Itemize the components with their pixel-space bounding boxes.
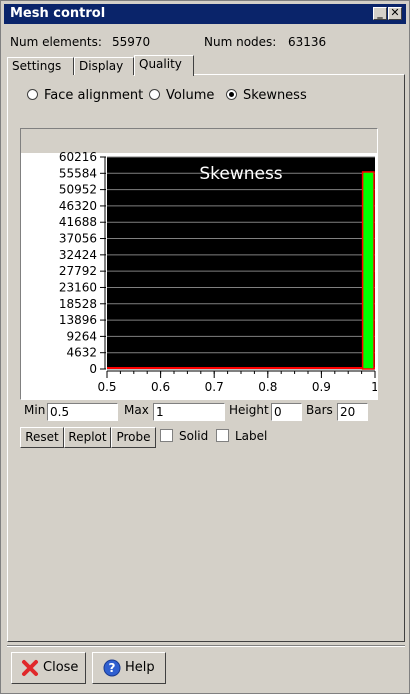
histogram-frame: 60216 55584 50952 46320 41688 37056 32424 27792… <box>20 128 378 400</box>
y-tick-label: 32424 <box>59 248 97 262</box>
help-button[interactable]: ? Help <box>92 652 166 684</box>
chart-title: Skewness <box>199 164 282 184</box>
y-tick-label: 41688 <box>59 215 97 229</box>
num-nodes-value: 63136 <box>288 35 327 49</box>
y-tick-label: 0 <box>89 362 97 376</box>
radio-skewness[interactable]: Skewness <box>226 88 307 103</box>
x-tick-label: 0.6 <box>151 380 170 394</box>
y-tick-label: 37056 <box>59 232 97 246</box>
y-tick-label: 60216 <box>59 150 97 164</box>
y-tick-label: 23160 <box>59 280 97 294</box>
histogram-bar <box>361 171 375 370</box>
minimize-icon[interactable]: _ <box>373 7 387 20</box>
checkbox-icon <box>160 429 173 442</box>
tab-settings[interactable]: Settings <box>7 57 74 75</box>
bars-field: Bars 20 <box>306 403 368 421</box>
radio-icon <box>149 89 160 100</box>
radio-selected-icon <box>226 89 237 100</box>
replot-button[interactable]: Replot <box>64 427 111 448</box>
max-field: Max 1 <box>124 403 225 421</box>
reset-button[interactable]: Reset <box>20 427 64 448</box>
probe-button[interactable]: Probe <box>111 427 156 448</box>
bars-label: Bars <box>306 403 333 417</box>
y-tick-label: 9264 <box>66 329 97 343</box>
x-tick-label: 0.7 <box>205 380 224 394</box>
y-tick-label: 18528 <box>59 297 97 311</box>
window-title: Mesh control <box>10 6 106 21</box>
height-field: Height 0 <box>229 403 302 421</box>
x-tick-label: 0.8 <box>258 380 277 394</box>
close-icon[interactable]: ✕ <box>388 7 402 20</box>
num-elements-label: Num elements: <box>10 35 102 49</box>
footer-divider <box>7 645 405 647</box>
num-nodes-label: Num nodes: <box>204 35 277 49</box>
label-checkbox[interactable]: Label <box>216 429 267 443</box>
close-x-icon <box>22 660 38 676</box>
skewness-histogram: 6021655584509524632041688370563242427792… <box>59 150 377 394</box>
num-elements-value: 55970 <box>112 35 151 49</box>
help-icon: ? <box>103 659 121 677</box>
plot-background <box>107 157 375 369</box>
tab-quality[interactable]: Quality <box>134 55 194 76</box>
y-tick-label: 4632 <box>66 346 97 360</box>
y-tick-label: 46320 <box>59 199 97 213</box>
mesh-control-window: Mesh control _ ✕ Num elements: 55970 Num… <box>0 0 410 694</box>
radio-volume[interactable]: Volume <box>149 88 214 103</box>
x-tick-label: 1 <box>371 380 377 394</box>
min-label: Min <box>24 403 46 417</box>
bars-input[interactable]: 20 <box>337 403 368 421</box>
title-bar[interactable]: Mesh control _ ✕ <box>4 4 406 24</box>
y-tick-label: 55584 <box>59 166 97 180</box>
max-label: Max <box>124 403 149 417</box>
radio-icon <box>27 89 38 100</box>
x-tick-label: 0.5 <box>97 380 116 394</box>
svg-text:?: ? <box>109 661 116 675</box>
y-tick-label: 27792 <box>59 264 97 278</box>
height-input[interactable]: 0 <box>271 403 302 421</box>
y-tick-label: 50952 <box>59 183 97 197</box>
radio-face-alignment[interactable]: Face alignment <box>27 88 143 103</box>
max-input[interactable]: 1 <box>153 403 225 421</box>
min-field: Min 0.5 <box>24 403 118 421</box>
solid-checkbox[interactable]: Solid <box>160 429 208 443</box>
x-tick-label: 0.9 <box>312 380 331 394</box>
checkbox-icon <box>216 429 229 442</box>
height-label: Height <box>229 403 269 417</box>
min-input[interactable]: 0.5 <box>47 403 118 421</box>
close-button[interactable]: Close <box>11 652 86 684</box>
y-tick-label: 13896 <box>59 313 97 327</box>
tab-display[interactable]: Display <box>74 57 134 75</box>
